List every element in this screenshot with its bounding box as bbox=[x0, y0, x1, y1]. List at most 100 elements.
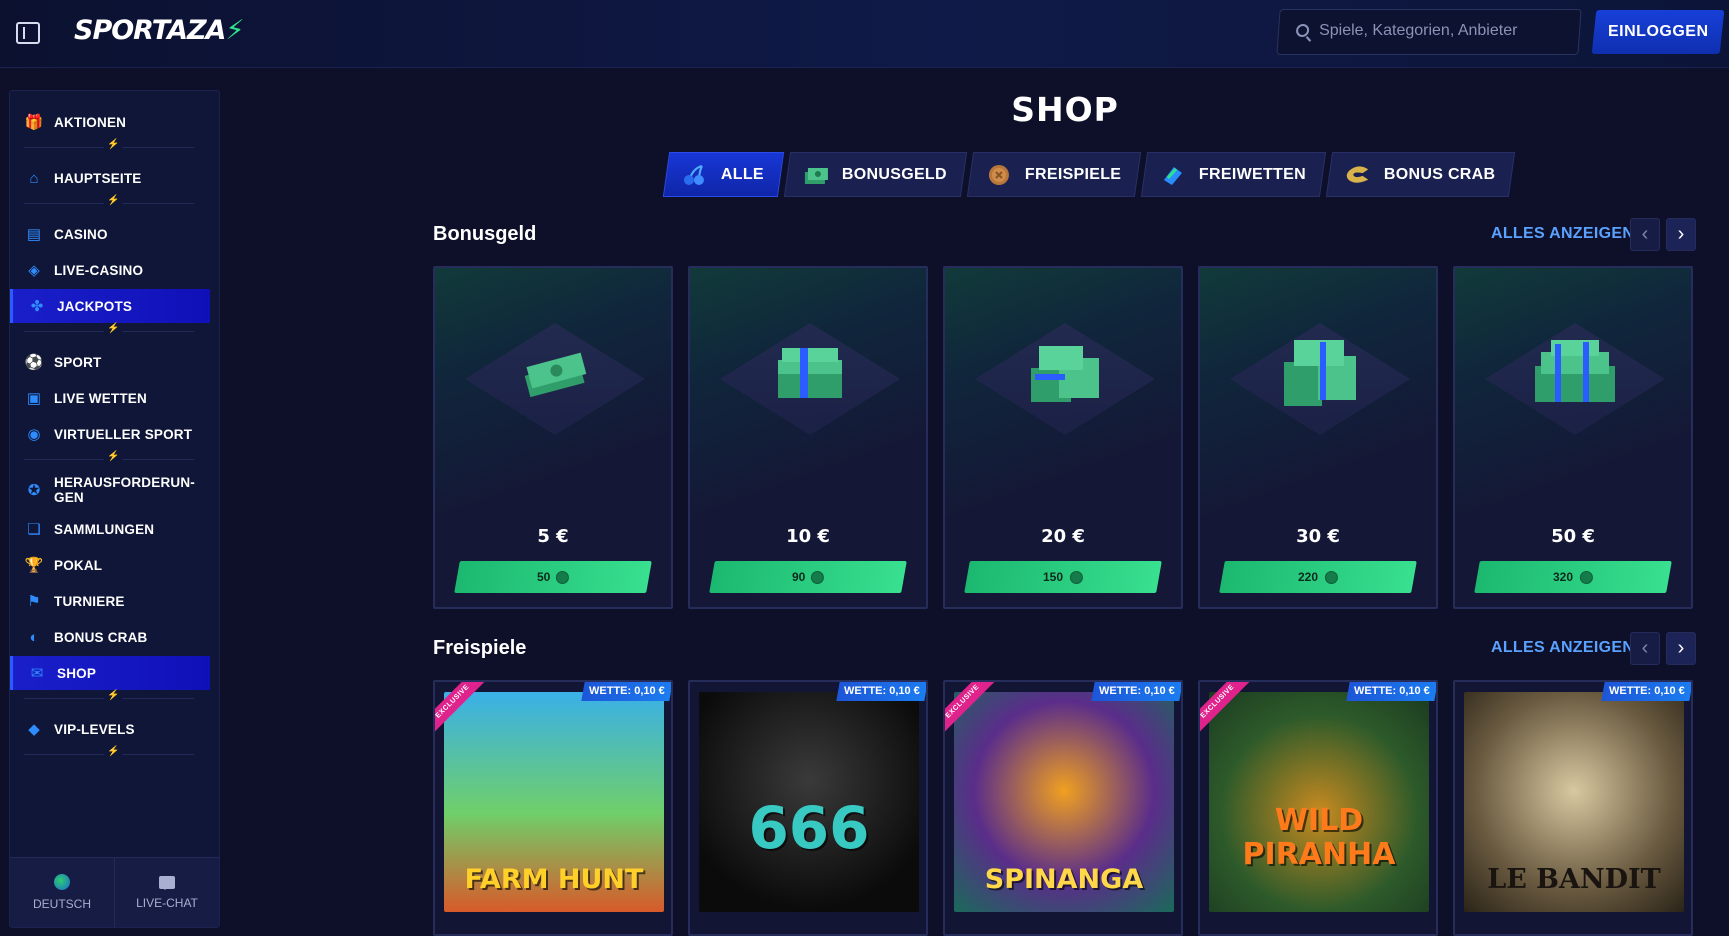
bet-badge: WETTE: 0,10 € bbox=[1601, 682, 1691, 701]
bet-label: WETTE: 0,10 € bbox=[1354, 685, 1430, 697]
sidebar-item-jackpots[interactable]: ✤ JACKPOTS bbox=[10, 289, 210, 323]
globe-icon bbox=[54, 874, 70, 890]
sidebar-item-label: VIRTUELLER SPORT bbox=[54, 426, 193, 442]
cash-stack-icon bbox=[778, 348, 842, 398]
sidebar-item-casino[interactable]: ▤ CASINO bbox=[10, 217, 210, 251]
sidebar-item-shop[interactable]: ✉ SHOP bbox=[10, 656, 210, 690]
game-title: SPINANGA bbox=[984, 864, 1144, 895]
logo[interactable]: SPORTAZA⚡ bbox=[74, 15, 244, 46]
search-input[interactable] bbox=[1319, 22, 1560, 40]
sidebar-item-pokal[interactable]: 🏆 POKAL bbox=[10, 548, 210, 582]
game-title: WILD PIRANHA bbox=[1242, 803, 1396, 872]
freispiele-next-button[interactable]: › bbox=[1666, 632, 1696, 665]
sidebar-item-sport[interactable]: ⚽ SPORT bbox=[10, 345, 210, 379]
crab-claw-icon bbox=[1344, 163, 1372, 187]
see-all-bonusgeld-link[interactable]: ALLES ANZEIGEN bbox=[1491, 225, 1634, 243]
game-thumbnail: 666 bbox=[699, 692, 919, 912]
bet-badge: WETTE: 0,10 € bbox=[1091, 682, 1181, 701]
divider bbox=[24, 323, 194, 334]
card-icon: ◈ bbox=[28, 262, 40, 279]
coin-icon bbox=[1069, 570, 1083, 584]
live-chat-button[interactable]: LIVE-CHAT bbox=[114, 858, 219, 927]
slot-machine-icon: ▤ bbox=[26, 226, 42, 243]
bonus-card[interactable]: 10 € 90 bbox=[688, 266, 928, 609]
tab-alle[interactable]: ALLE bbox=[662, 152, 785, 197]
sidebar-item-label: SPORT bbox=[54, 354, 102, 370]
bonus-card[interactable]: 20 € 150 bbox=[943, 266, 1183, 609]
buy-cost: 150 bbox=[1043, 570, 1064, 584]
card-price: 50 € bbox=[1551, 526, 1595, 547]
see-all-freispiele-link[interactable]: ALLES ANZEIGEN bbox=[1491, 639, 1634, 657]
tab-freispiele[interactable]: FREISPIELE bbox=[966, 152, 1142, 197]
sidebar-item-live-wetten[interactable]: ▣ LIVE WETTEN bbox=[10, 381, 210, 415]
sidebar-item-label: LIVE-CASINO bbox=[54, 262, 144, 278]
game-card-spinanga[interactable]: SPINANGA EXCLUSIVE WETTE: 0,10 € bbox=[943, 680, 1183, 936]
card-background bbox=[945, 268, 1181, 607]
buy-button[interactable]: 320 bbox=[1474, 561, 1672, 593]
bet-label: WETTE: 0,10 € bbox=[589, 685, 665, 697]
sidebar-item-herausforderungen[interactable]: ✪ HERAUSFORDERUN-GEN bbox=[10, 470, 210, 510]
sidebar-item-label: CASINO bbox=[54, 226, 108, 242]
medal-icon: ✪ bbox=[27, 482, 41, 499]
logo-text: SPORTAZA bbox=[74, 15, 226, 46]
coin-icon bbox=[1579, 570, 1593, 584]
game-card-le-bandit[interactable]: LE BANDIT WETTE: 0,10 € bbox=[1453, 680, 1693, 936]
cherries-icon bbox=[681, 163, 709, 187]
checkered-flag-icon: ⚑ bbox=[27, 593, 41, 610]
buy-button[interactable]: 220 bbox=[1219, 561, 1417, 593]
clover-icon: ✤ bbox=[30, 298, 44, 315]
freispiele-prev-button[interactable]: ‹ bbox=[1630, 632, 1660, 665]
sidebar-item-vip-levels[interactable]: ◆ VIP-LEVELS bbox=[10, 712, 210, 746]
card-background bbox=[690, 268, 926, 607]
language-button[interactable]: DEUTSCH bbox=[10, 858, 114, 927]
login-button[interactable]: EINLOGGEN bbox=[1591, 10, 1725, 54]
game-card-666[interactable]: 666 WETTE: 0,10 € bbox=[688, 680, 928, 936]
sidebar-item-virtueller-sport[interactable]: ◉ VIRTUELLER SPORT bbox=[10, 417, 210, 451]
ticket-icon bbox=[1159, 163, 1187, 187]
login-label: EINLOGGEN bbox=[1607, 23, 1709, 40]
bonusgeld-prev-button[interactable]: ‹ bbox=[1630, 218, 1660, 251]
card-price: 20 € bbox=[1041, 526, 1085, 547]
divider bbox=[24, 451, 194, 462]
sidebar-item-sammlungen[interactable]: ❏ SAMMLUNGEN bbox=[10, 512, 210, 546]
buy-button[interactable]: 50 bbox=[454, 561, 652, 593]
bonus-card[interactable]: 30 € 220 bbox=[1198, 266, 1438, 609]
tab-label: BONUSGELD bbox=[841, 165, 947, 183]
buy-cost: 90 bbox=[791, 570, 806, 584]
tab-bonus-crab[interactable]: BONUS CRAB bbox=[1326, 152, 1516, 197]
sidebar-footer: DEUTSCH LIVE-CHAT bbox=[10, 857, 219, 927]
coin-icon bbox=[811, 570, 825, 584]
bet-badge: WETTE: 0,10 € bbox=[836, 682, 926, 701]
trophy-icon: 🏆 bbox=[24, 557, 44, 574]
sidebar-item-turniere[interactable]: ⚑ TURNIERE bbox=[10, 584, 210, 618]
top-bar: SPORTAZA⚡ EINLOGGEN bbox=[0, 0, 1729, 68]
sidebar-item-hauptseite[interactable]: ⌂ HAUPTSEITE bbox=[10, 161, 210, 195]
divider bbox=[24, 139, 194, 150]
section-title-bonusgeld: Bonusgeld bbox=[433, 223, 537, 245]
cash-stack-icon bbox=[1535, 340, 1615, 402]
cash-icon bbox=[802, 163, 830, 187]
bonus-card[interactable]: 50 € 320 bbox=[1453, 266, 1693, 609]
game-title: FARM HUNT bbox=[464, 864, 644, 895]
buy-button[interactable]: 150 bbox=[964, 561, 1162, 593]
game-card-farm-hunt[interactable]: FARM HUNT EXCLUSIVE WETTE: 0,10 € bbox=[433, 680, 673, 936]
bonus-card[interactable]: 5 € 50 bbox=[433, 266, 673, 609]
sidebar-item-label: TURNIERE bbox=[54, 593, 125, 609]
sidebar-item-label: VIP-LEVELS bbox=[54, 721, 135, 737]
tab-freiwetten[interactable]: FREIWETTEN bbox=[1141, 152, 1327, 197]
sidebar-item-label: SHOP bbox=[57, 665, 97, 681]
sidebar-item-live-casino[interactable]: ◈ LIVE-CASINO bbox=[10, 253, 210, 287]
sidebar-item-bonus-crab[interactable]: ◐ BONUS CRAB bbox=[10, 620, 210, 654]
virtual-sport-icon: ◉ bbox=[27, 426, 41, 443]
sidebar-toggle-icon[interactable] bbox=[16, 22, 40, 44]
search-box[interactable] bbox=[1276, 9, 1582, 55]
card-price: 30 € bbox=[1296, 526, 1340, 547]
coin-icon bbox=[1324, 570, 1338, 584]
divider bbox=[24, 195, 194, 206]
buy-button[interactable]: 90 bbox=[709, 561, 907, 593]
logo-bolt-icon: ⚡ bbox=[225, 15, 244, 46]
game-card-wild-piranha[interactable]: WILD PIRANHA EXCLUSIVE WETTE: 0,10 € bbox=[1198, 680, 1438, 936]
sidebar: 🎁AKTIONEN ⌂HAUPTSEITE ▤CASINO ◈LIVE-CASI… bbox=[9, 90, 220, 928]
tab-bonusgeld[interactable]: BONUSGELD bbox=[783, 152, 968, 197]
bonusgeld-next-button[interactable]: › bbox=[1666, 218, 1696, 251]
